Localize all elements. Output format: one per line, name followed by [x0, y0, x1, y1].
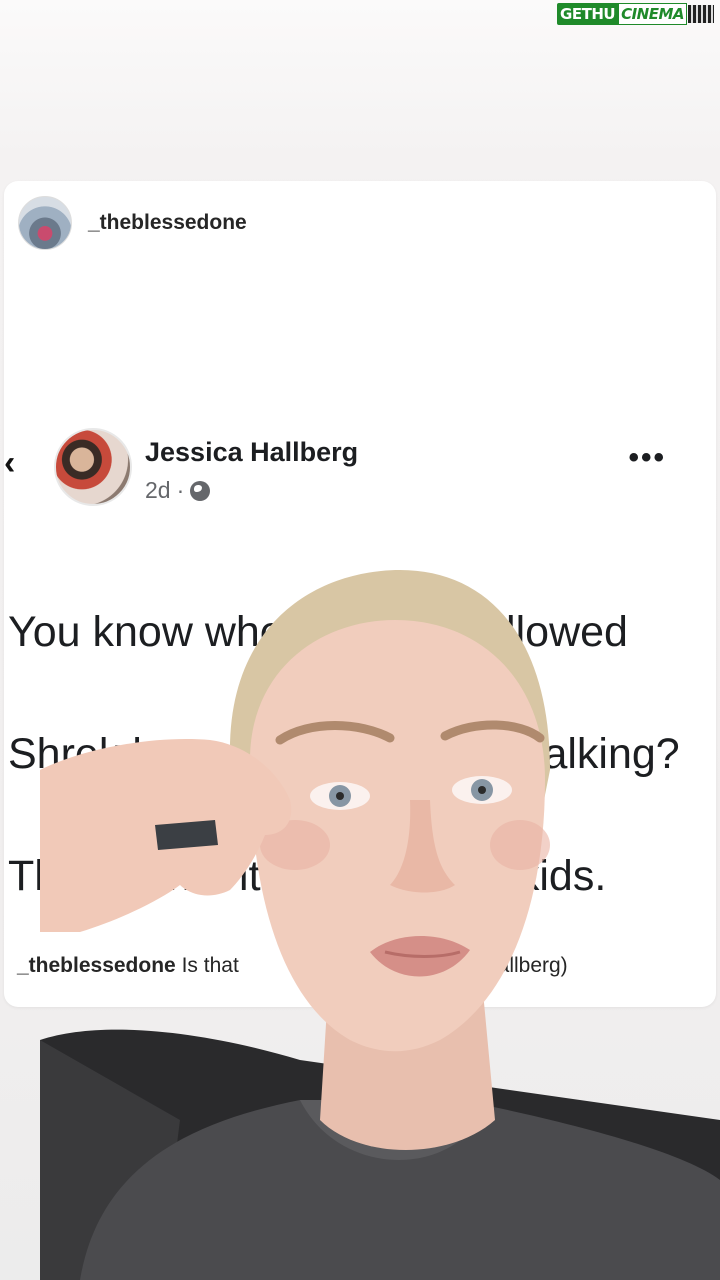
author-name: Jessica Hallberg — [145, 437, 359, 467]
watermark-logo: GETHU CINEMA — [557, 3, 714, 25]
profile-avatar-icon[interactable] — [18, 196, 72, 250]
more-dots-icon: ••• — [628, 441, 666, 474]
watermark-text-1: GETHU — [557, 3, 619, 25]
post-header: _theblessedone — [18, 196, 247, 250]
watermark-text-2: CINEMA — [618, 3, 687, 25]
film-strip-icon — [688, 5, 714, 23]
post-meta: 2d · — [145, 477, 211, 504]
globe-icon — [190, 480, 211, 501]
meta-separator: · — [176, 477, 185, 503]
post-username[interactable]: _theblessedone — [88, 211, 247, 235]
post-time: 2d — [145, 477, 171, 503]
author-avatar — [54, 428, 132, 506]
person-video-overlay — [40, 570, 720, 1280]
chevron-left-icon[interactable]: ‹ — [4, 446, 15, 480]
